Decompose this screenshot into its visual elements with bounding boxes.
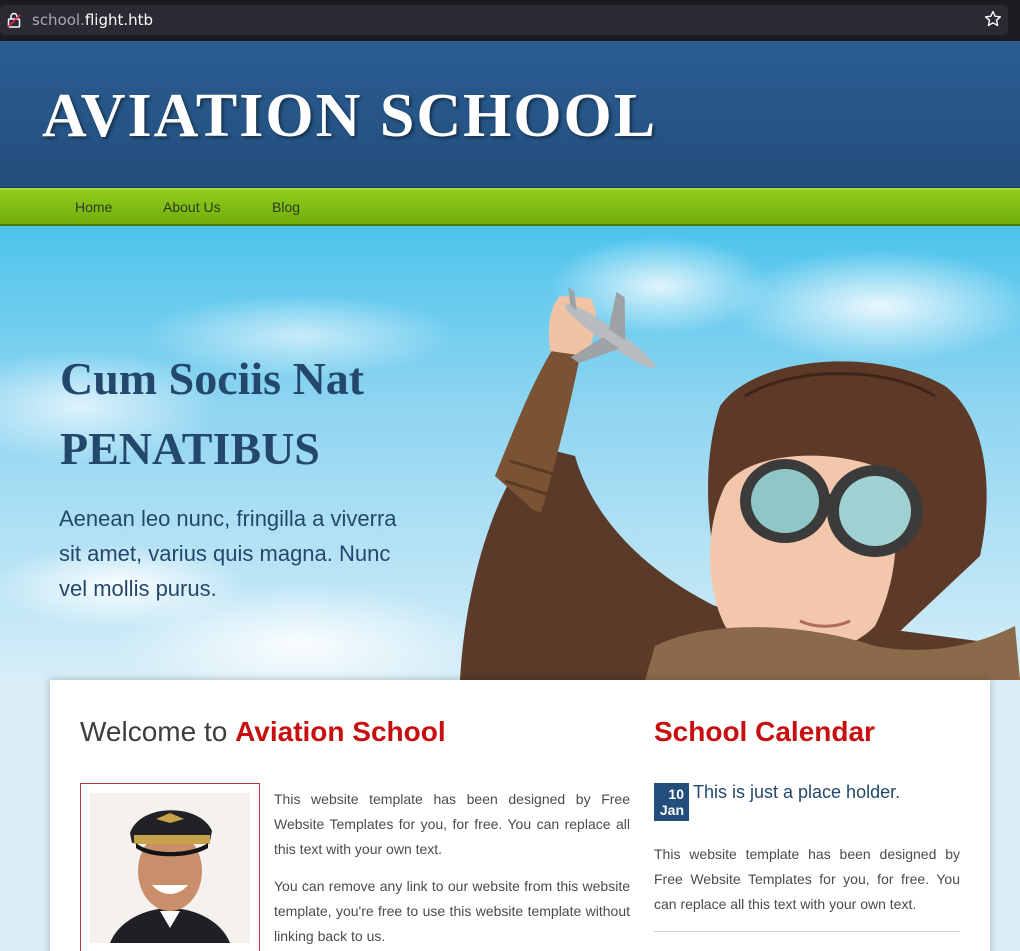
site-logo[interactable]: AVIATION SCHOOL xyxy=(42,81,657,152)
calendar-divider xyxy=(654,931,960,932)
hero-text: Aenean leo nunc, fringilla a viverra sit… xyxy=(59,506,397,601)
event-title[interactable]: This is just a place holder. xyxy=(693,782,900,803)
welcome-heading-prefix: Welcome to xyxy=(80,716,236,747)
event-description: This website template has been designed … xyxy=(654,846,960,912)
pilot-child-image xyxy=(460,287,1020,680)
welcome-heading: Welcome to Aviation School xyxy=(80,716,446,748)
url-subdomain: school. xyxy=(32,11,85,29)
main-nav: Home About Us Blog xyxy=(0,188,1020,226)
nav-item-home[interactable]: Home xyxy=(75,199,112,215)
hero-title: Cum Sociis Nat PENATIBUS xyxy=(60,344,440,484)
event-date-badge: 10 Jan xyxy=(654,783,689,821)
welcome-paragraph-2: You can remove any link to our website f… xyxy=(274,878,630,944)
bookmark-star-icon[interactable] xyxy=(984,10,1002,28)
content-panel: Welcome to Aviation School This website … xyxy=(50,680,990,951)
lock-icon[interactable] xyxy=(7,12,21,28)
url-text[interactable]: school.flight.htb xyxy=(32,11,153,29)
hero-title-line-1: Cum Sociis Nat xyxy=(60,353,365,404)
browser-toolbar: school.flight.htb xyxy=(0,0,1020,41)
pilot-photo xyxy=(90,793,250,943)
welcome-heading-accent: Aviation School xyxy=(235,716,446,747)
hero-title-line-2: PENATIBUS xyxy=(60,423,320,474)
hero-banner: Cum Sociis Nat PENATIBUS Aenean leo nunc… xyxy=(0,226,1020,680)
pilot-photo-frame xyxy=(80,783,260,951)
url-domain: flight.htb xyxy=(84,11,154,29)
address-bar[interactable]: school.flight.htb xyxy=(0,5,1008,35)
event-day: 10 xyxy=(668,786,684,802)
nav-item-blog[interactable]: Blog xyxy=(272,199,300,215)
welcome-paragraph-1: This website template has been designed … xyxy=(274,791,630,857)
event-month: Jan xyxy=(659,802,684,818)
calendar-heading: School Calendar xyxy=(654,716,875,747)
nav-item-about-us[interactable]: About Us xyxy=(163,199,221,215)
site-header: AVIATION SCHOOL xyxy=(0,41,1020,188)
